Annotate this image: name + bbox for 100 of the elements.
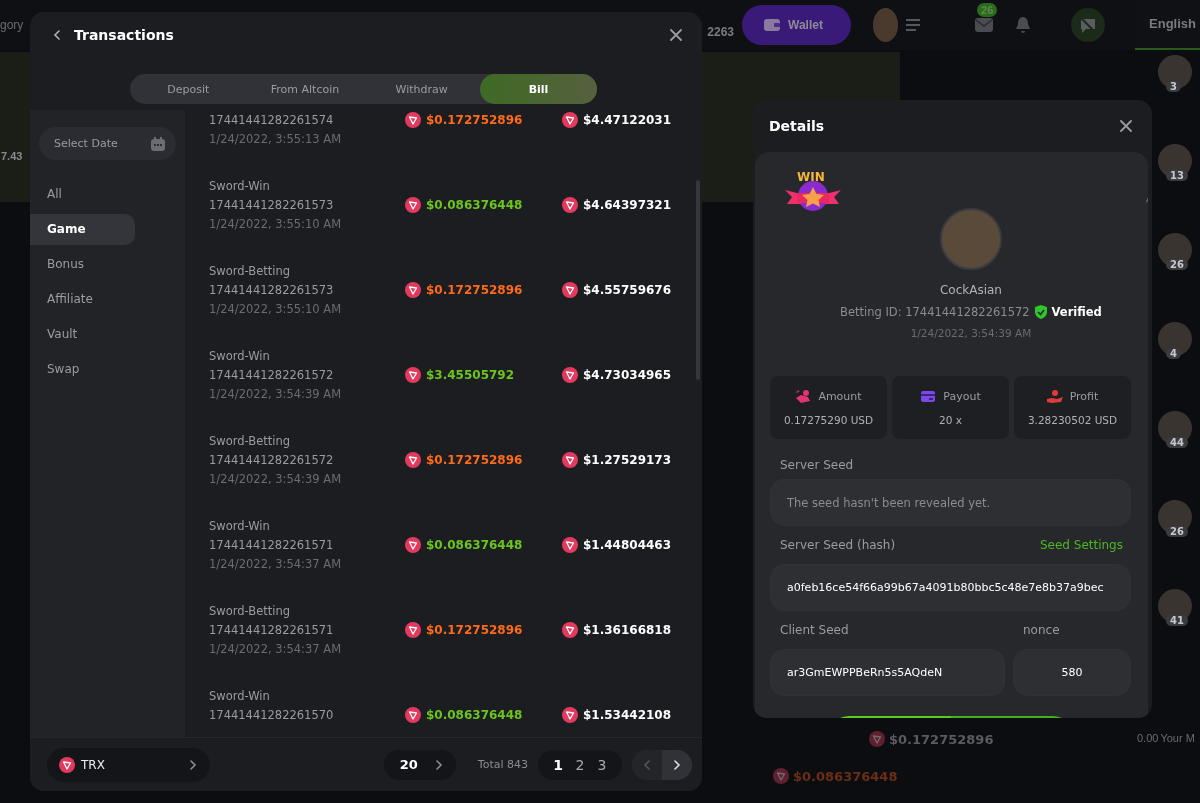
chevron-left-icon bbox=[642, 759, 652, 770]
transaction-id: 17441441282261574 bbox=[209, 112, 335, 127]
stat-value: 20 x bbox=[939, 414, 962, 426]
game-value: 7.43 bbox=[1, 150, 23, 162]
level-badge: 4 bbox=[1166, 348, 1181, 359]
level-badge: 44 bbox=[1166, 437, 1188, 448]
transaction-date: 1/24/2022, 3:55:13 AM bbox=[209, 131, 343, 146]
transaction-id: 17441441282261570 bbox=[209, 707, 335, 722]
chevron-right-icon bbox=[433, 759, 444, 770]
wallet-icon bbox=[764, 18, 781, 32]
nonce-field[interactable]: 580 bbox=[1013, 649, 1131, 696]
transaction-title: Sword-Win bbox=[209, 518, 271, 533]
stat-label: Payout bbox=[943, 390, 981, 403]
transaction-date: 1/24/2022, 3:55:10 AM bbox=[209, 216, 343, 231]
field-label: Client Seed bbox=[779, 622, 850, 639]
coin-icon bbox=[562, 536, 578, 553]
balance-text: $1.44804463 bbox=[583, 537, 672, 552]
hash-field[interactable]: a0feb16ce54f66a99b67a4091b80bbc5c48e7e8b37a9bec bbox=[770, 564, 1131, 611]
betting-id: Betting ID: 17441441282261572 bbox=[840, 305, 1030, 319]
stat-label: Amount bbox=[818, 390, 862, 403]
tab[interactable]: Bill bbox=[480, 74, 597, 104]
transaction-title: Sword-Win bbox=[209, 688, 271, 703]
page-number[interactable]: 3 bbox=[592, 756, 612, 773]
label-text: Your M bbox=[1160, 732, 1195, 744]
coin-icon bbox=[869, 731, 885, 747]
category-item[interactable]: Affiliate bbox=[30, 284, 135, 315]
dialog-title: Details bbox=[769, 118, 826, 134]
close-icon[interactable] bbox=[1120, 120, 1132, 132]
amount-text: $0.172752896 bbox=[426, 452, 523, 467]
coin-icon bbox=[405, 281, 421, 298]
tab[interactable]: From Altcoin bbox=[246, 74, 364, 104]
balance-text: $1.53442108 bbox=[583, 707, 672, 722]
transaction-date: 1/24/2022, 3:54:37 AM bbox=[209, 641, 343, 656]
amount-text: $0.172752896 bbox=[426, 112, 523, 127]
transaction-id: 17441441282261571 bbox=[209, 537, 335, 552]
currency-selector[interactable]: TRX bbox=[47, 747, 210, 782]
balance-text: $4.47122031 bbox=[583, 112, 672, 127]
stat-label: Profit bbox=[1069, 390, 1099, 403]
tab[interactable]: Deposit bbox=[130, 74, 247, 104]
hand-coins-icon bbox=[795, 389, 812, 404]
balance-text: $1.27529173 bbox=[583, 452, 672, 467]
field-label: Server Seed (hash) bbox=[779, 537, 896, 554]
coin-icon bbox=[562, 706, 578, 723]
page-number[interactable]: 1 bbox=[548, 756, 568, 773]
transaction-id: 17441441282261573 bbox=[209, 282, 335, 297]
chevron-right-icon bbox=[672, 759, 682, 770]
seed-settings-link[interactable]: Seed Settings bbox=[1039, 538, 1123, 552]
balance-text: $4.55759676 bbox=[583, 282, 672, 297]
coin-icon bbox=[405, 706, 421, 723]
tab[interactable]: Withdraw bbox=[363, 74, 480, 104]
category-item[interactable]: Game bbox=[30, 214, 135, 245]
coin-icon bbox=[562, 281, 578, 298]
avatar[interactable] bbox=[1158, 322, 1192, 356]
amount-text: $0.172752896 bbox=[426, 622, 523, 637]
category-text: gory bbox=[0, 18, 24, 32]
balance-text: $4.64397321 bbox=[583, 197, 672, 212]
coin-icon bbox=[562, 196, 578, 213]
wallet-button[interactable]: Wallet bbox=[742, 5, 851, 45]
category-item[interactable]: Vault bbox=[30, 319, 135, 350]
amount-text: $3.45505792 bbox=[426, 367, 515, 382]
amount-text: $0.172752896 bbox=[889, 731, 994, 747]
coin-icon bbox=[405, 366, 421, 383]
transaction-id: 17441441282261573 bbox=[209, 197, 335, 212]
level-badge: 41 bbox=[1166, 615, 1188, 626]
back-icon[interactable] bbox=[52, 30, 62, 40]
server-seed-field[interactable]: The seed hasn't been revealed yet. bbox=[770, 479, 1131, 526]
bet-date: 1/24/2022, 3:54:39 AM bbox=[910, 327, 1032, 339]
coin-icon bbox=[562, 366, 578, 383]
close-icon[interactable] bbox=[670, 29, 682, 41]
shield-check-icon bbox=[1034, 305, 1047, 319]
balance-text: $1.36166818 bbox=[583, 622, 672, 637]
amount-text: $0.086376448 bbox=[426, 707, 523, 722]
amount-text: $0.086376448 bbox=[426, 197, 523, 212]
category-item[interactable]: All bbox=[30, 179, 135, 210]
coin-icon bbox=[405, 111, 421, 128]
transaction-title: Sword-Win bbox=[209, 178, 271, 193]
category-item[interactable]: Swap bbox=[30, 354, 135, 385]
coin-icon bbox=[562, 621, 578, 638]
coin-icon bbox=[405, 196, 421, 213]
stat-value: 3.28230502 USD bbox=[1027, 414, 1118, 426]
chat-icon[interactable] bbox=[1071, 8, 1106, 42]
menu-icon[interactable] bbox=[906, 19, 921, 31]
coin-icon bbox=[405, 536, 421, 553]
category-item[interactable]: Bonus bbox=[30, 249, 135, 280]
coin-icon bbox=[405, 451, 421, 468]
coin-icon bbox=[405, 621, 421, 638]
amount-text: $0.086376448 bbox=[793, 768, 898, 784]
coin-icon bbox=[562, 111, 578, 128]
date-field[interactable]: Select Date bbox=[39, 127, 176, 160]
page-number[interactable]: 2 bbox=[570, 756, 590, 773]
hand-heart-icon bbox=[1046, 389, 1063, 404]
field-label: nonce bbox=[1022, 622, 1061, 639]
level-badge: 26 bbox=[1166, 526, 1188, 537]
page-size-selector[interactable]: 20 bbox=[383, 749, 456, 780]
username: CockAsian bbox=[939, 283, 1002, 297]
transaction-id: 17441441282261571 bbox=[209, 622, 335, 637]
next-page-button[interactable] bbox=[662, 749, 692, 780]
transaction-date: 1/24/2022, 3:54:39 AM bbox=[209, 386, 343, 401]
level-badge: 13 bbox=[1166, 170, 1188, 181]
client-seed-field[interactable]: ar3GmEWPPBeRn5s5AQdeN bbox=[770, 649, 1005, 696]
